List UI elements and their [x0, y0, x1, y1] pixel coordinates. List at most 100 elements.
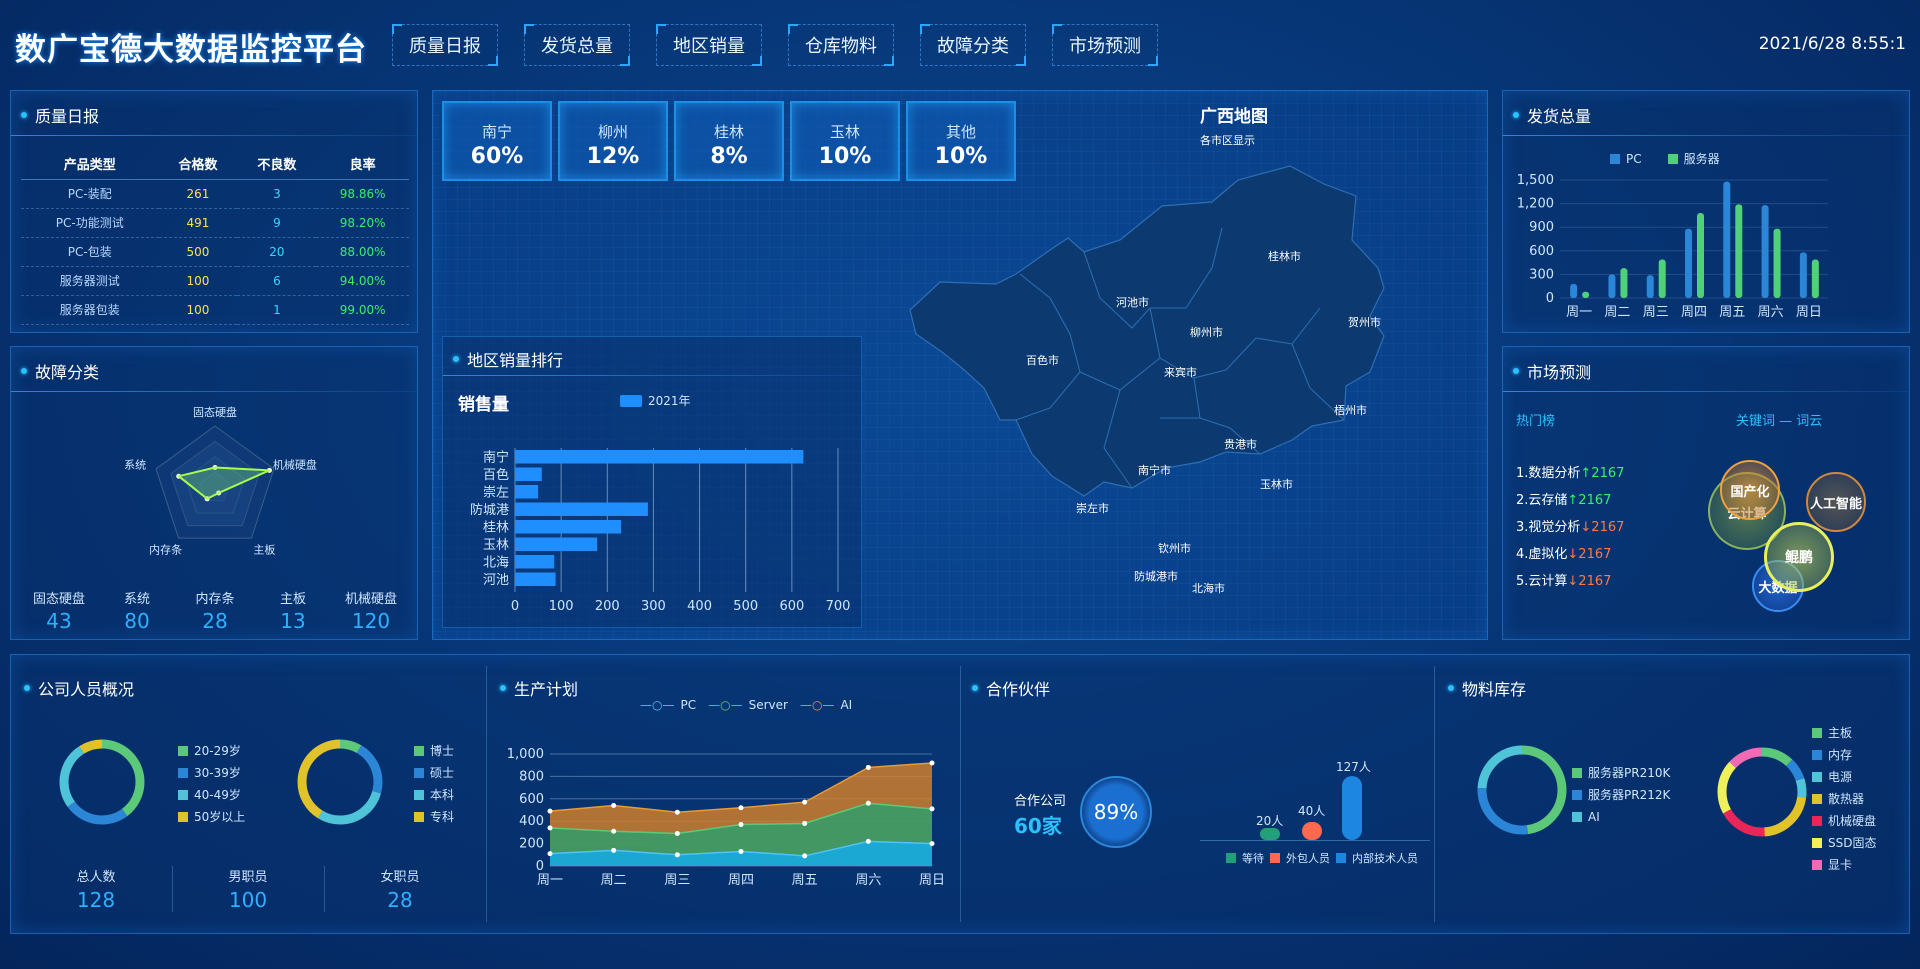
y-tick-label: 600 — [1529, 244, 1554, 259]
area-point — [547, 825, 553, 831]
map-city-label: 来宾市 — [1164, 365, 1197, 379]
y-tick-label: 900 — [1529, 220, 1554, 235]
sales-bar — [515, 502, 648, 516]
shipment-bar — [1735, 204, 1743, 298]
partner-bar-outsource — [1302, 822, 1322, 840]
area-point — [738, 848, 744, 854]
area-point — [611, 847, 617, 853]
x-tick-label: 500 — [733, 599, 758, 614]
quality-table: 产品类型 合格数 不良数 良率 PC-装配 261 3 98.86% PC-功能测试 4… — [21, 149, 409, 325]
region-card-liuzhou[interactable]: 柳州 12% — [558, 101, 668, 181]
fault-stat: 固态硬盘 43 — [32, 592, 85, 633]
map-city-label: 河池市 — [1116, 295, 1149, 309]
col-header: 产品类型 — [21, 149, 159, 180]
hot-item[interactable]: 3.视觉分析↓2167 — [1516, 516, 1624, 535]
nav-forecast[interactable]: 市场预测 — [1052, 24, 1158, 66]
shipment-bar — [1723, 181, 1731, 298]
fault-stat: 机械硬盘 120 — [344, 592, 397, 633]
nav-regional-sales[interactable]: 地区销量 — [656, 24, 762, 66]
sales-legend: 2021年 — [620, 392, 691, 409]
area-point — [865, 800, 871, 806]
hot-item[interactable]: 1.数据分析↑2167 — [1516, 462, 1624, 481]
area-point — [738, 822, 744, 828]
x-tick-label: 周日 — [1796, 305, 1822, 320]
x-tick-label: 周一 — [537, 873, 563, 888]
x-tick-label: 周六 — [1758, 305, 1784, 320]
material-legend-2: 主板 内存 电源 散热器 机械硬盘 SSD固态 显卡 — [1812, 722, 1876, 876]
map-city-label: 崇左市 — [1076, 501, 1109, 515]
x-tick-label: 周三 — [664, 873, 690, 888]
wordcloud-bubble[interactable]: 鲲鹏 — [1764, 522, 1834, 592]
area-point — [674, 809, 680, 815]
region-card-yulin[interactable]: 玉林 10% — [790, 101, 900, 181]
shipment-bar — [1761, 205, 1769, 298]
nav-fault[interactable]: 故障分类 — [920, 24, 1026, 66]
map-city-label: 北海市 — [1192, 581, 1225, 595]
area-point — [738, 805, 744, 811]
map-city-label: 南宁市 — [1138, 463, 1171, 477]
area-point — [929, 760, 935, 766]
partner-bar-label: 20人 — [1256, 814, 1284, 828]
hot-item[interactable]: 5.云计算↓2167 — [1516, 570, 1611, 589]
area-point — [865, 764, 871, 770]
education-donut — [297, 739, 383, 825]
wordcloud-bubble[interactable]: 国产化 — [1720, 460, 1780, 520]
legend-swatch — [620, 394, 642, 407]
shipment-bar — [1697, 213, 1704, 298]
shipment-title: 发货总量 — [1513, 103, 1591, 127]
staff-stat-male: 男职员 100 — [228, 870, 268, 912]
quality-title: 质量日报 — [21, 103, 99, 127]
y-tick-label: 防城港 — [470, 502, 509, 518]
area-point — [547, 808, 553, 814]
staff-stat-female: 女职员 28 — [380, 870, 420, 912]
bullet-icon — [1448, 685, 1454, 691]
y-tick-label: 600 — [519, 792, 544, 807]
guangxi-map[interactable]: 桂林市 河池市 贺州市 柳州市 百色市 来宾市 梧州市 贵港市 南宁市 玉林市 … — [900, 158, 1410, 598]
age-legend: 20-29岁 30-39岁 40-49岁 50岁以上 — [178, 740, 245, 828]
shipment-bar — [1773, 228, 1781, 298]
sales-bar — [515, 572, 556, 586]
nav-warehouse[interactable]: 仓库物料 — [788, 24, 894, 66]
sales-bar — [515, 450, 804, 464]
map-city-label: 钦州市 — [1158, 541, 1191, 555]
legend-swatch — [1667, 153, 1678, 164]
nav-shipment-total[interactable]: 发货总量 — [524, 24, 630, 66]
fault-title: 故障分类 — [21, 359, 99, 383]
map-city-label: 桂林市 — [1268, 249, 1301, 263]
area-point — [865, 838, 871, 844]
wordcloud-bubble[interactable]: 人工智能 — [1806, 472, 1866, 532]
hot-item[interactable]: 2.云存储↑2167 — [1516, 489, 1611, 508]
x-tick-label: 周三 — [1643, 305, 1669, 320]
y-tick-label: 北海 — [483, 556, 509, 571]
table-row: PC-功能测试 491 9 98.20% — [21, 208, 409, 238]
x-tick-label: 200 — [595, 599, 620, 614]
hot-list-label: 热门榜 — [1516, 414, 1556, 429]
x-tick-label: 周四 — [1681, 305, 1707, 320]
col-header: 不良数 — [237, 149, 317, 180]
legend-marker: —○— — [640, 698, 675, 712]
production-area-chart: 0 200 400 600 800 1,000 周一 周二 周三 周四 周五 周六 周日 — [507, 747, 945, 888]
fault-radar-chart: 固态硬盘机械硬盘主板 内存条 系统 — [124, 405, 317, 556]
hot-item[interactable]: 4.虚拟化↓2167 — [1516, 543, 1611, 562]
shipment-bar-chart: 0 300 600 900 1,200 1,500 周一 周二 周三 周四 周五 周六 周日 — [1517, 173, 1828, 320]
nav-quality-report[interactable]: 质量日报 — [392, 24, 498, 66]
region-card-guilin[interactable]: 桂林 8% — [674, 101, 784, 181]
map-city-label: 贺州市 — [1348, 315, 1381, 329]
production-title: 生产计划 — [500, 676, 578, 700]
y-tick-label: 玉林 — [483, 538, 509, 553]
shipment-bar — [1685, 228, 1692, 298]
bullet-icon — [1513, 368, 1519, 374]
y-tick-label: 400 — [519, 814, 544, 829]
area-point — [674, 852, 680, 858]
y-tick-label: 河池 — [483, 573, 509, 588]
datetime: 2021/6/28 8:55:1 — [1758, 34, 1906, 54]
radar-label: 机械硬盘 — [273, 458, 317, 472]
material-donut-1 — [1477, 745, 1567, 835]
sales-bar — [515, 520, 622, 534]
partner-bar-label: 127人 — [1336, 760, 1371, 774]
map-city-label: 防城港市 — [1134, 569, 1178, 583]
region-card-nanning[interactable]: 南宁 60% — [442, 101, 552, 181]
y-tick-label: 桂林 — [483, 521, 509, 536]
area-point — [929, 806, 935, 812]
y-tick-label: 0 — [536, 859, 544, 874]
